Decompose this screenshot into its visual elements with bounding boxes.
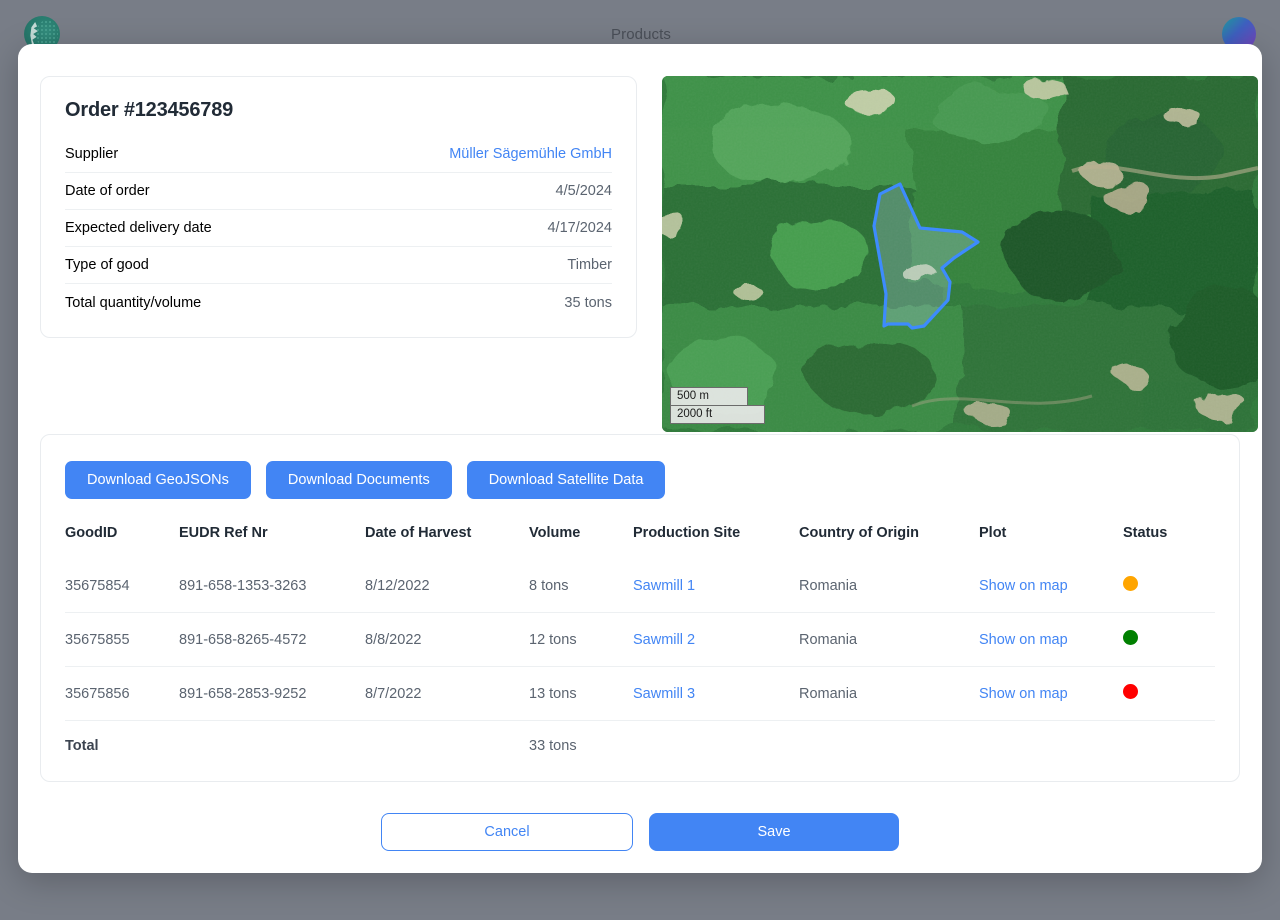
cell-eudr: 891-658-2853-9252: [179, 667, 365, 721]
total-spacer-status: [1123, 721, 1215, 799]
map-scale-metric: 500 m: [670, 387, 748, 405]
cell-status: [1123, 613, 1215, 667]
order-row-date-of-order: Date of order 4/5/2024: [65, 173, 612, 210]
total-volume: 33 tons: [529, 721, 633, 799]
status-badge: [1123, 630, 1138, 645]
production-site-link[interactable]: Sawmill 1: [633, 578, 695, 594]
cell-production-site: Sawmill 2: [633, 613, 799, 667]
order-label-type-of-good: Type of good: [65, 257, 149, 273]
production-site-link[interactable]: Sawmill 2: [633, 632, 695, 648]
total-spacer-country: [799, 721, 979, 799]
status-badge: [1123, 684, 1138, 699]
table-header-status: Status: [1123, 519, 1215, 559]
table-total-row: Total 33 tons: [65, 721, 1215, 799]
order-value-date-of-order: 4/5/2024: [556, 183, 612, 199]
order-row-total-quantity: Total quantity/volume 35 tons: [65, 284, 612, 321]
table-header-row: GoodID EUDR Ref Nr Date of Harvest Volum…: [65, 519, 1215, 559]
save-button[interactable]: Save: [649, 813, 899, 851]
cell-harvest: 8/7/2022: [365, 667, 529, 721]
table-row[interactable]: 35675856 891-658-2853-9252 8/7/2022 13 t…: [65, 667, 1215, 721]
production-site-link[interactable]: Sawmill 3: [633, 686, 695, 702]
cell-production-site: Sawmill 3: [633, 667, 799, 721]
cell-status: [1123, 667, 1215, 721]
cell-volume: 12 tons: [529, 613, 633, 667]
order-value-type-of-good: Timber: [567, 257, 612, 273]
order-label-expected-delivery: Expected delivery date: [65, 220, 212, 236]
download-toolbar: Download GeoJSONs Download Documents Dow…: [65, 461, 1215, 499]
order-row-supplier: Supplier Müller Sägemühle GmbH: [65, 136, 612, 173]
order-card-title: Order #123456789: [65, 99, 612, 122]
table-header-volume: Volume: [529, 519, 633, 559]
download-geojsons-button[interactable]: Download GeoJSONs: [65, 461, 251, 499]
goods-table: GoodID EUDR Ref Nr Date of Harvest Volum…: [65, 519, 1215, 798]
order-value-total-quantity: 35 tons: [564, 295, 612, 311]
total-spacer-harvest: [365, 721, 529, 799]
cell-status: [1123, 559, 1215, 613]
table-row[interactable]: 35675854 891-658-1353-3263 8/12/2022 8 t…: [65, 559, 1215, 613]
cell-goodid: 35675855: [65, 613, 179, 667]
modal-footer: Cancel Save: [18, 813, 1262, 851]
cell-plot: Show on map: [979, 559, 1123, 613]
order-row-type-of-good: Type of good Timber: [65, 247, 612, 284]
cell-eudr: 891-658-1353-3263: [179, 559, 365, 613]
order-value-supplier[interactable]: Müller Sägemühle GmbH: [449, 146, 612, 162]
status-badge: [1123, 576, 1138, 591]
cell-goodid: 35675856: [65, 667, 179, 721]
goods-table-card: Download GeoJSONs Download Documents Dow…: [40, 434, 1240, 782]
cell-harvest: 8/8/2022: [365, 613, 529, 667]
map-scale-bar: 500 m 2000 ft: [670, 387, 765, 424]
total-spacer-plot: [979, 721, 1123, 799]
page-title: Products: [611, 26, 671, 43]
satellite-map[interactable]: 500 m 2000 ft: [662, 76, 1258, 432]
cell-production-site: Sawmill 1: [633, 559, 799, 613]
cell-country: Romania: [799, 613, 979, 667]
order-label-date-of-order: Date of order: [65, 183, 150, 199]
table-header-harvest: Date of Harvest: [365, 519, 529, 559]
show-on-map-link[interactable]: Show on map: [979, 632, 1068, 648]
cell-plot: Show on map: [979, 613, 1123, 667]
total-label: Total: [65, 721, 179, 799]
cell-goodid: 35675854: [65, 559, 179, 613]
download-documents-button[interactable]: Download Documents: [266, 461, 452, 499]
order-card: Order #123456789 Supplier Müller Sägemüh…: [40, 76, 637, 338]
order-summary-region: Order #123456789 Supplier Müller Sägemüh…: [40, 76, 1240, 436]
total-spacer-site: [633, 721, 799, 799]
cancel-button[interactable]: Cancel: [381, 813, 633, 851]
total-spacer-eudr: [179, 721, 365, 799]
cell-plot: Show on map: [979, 667, 1123, 721]
cell-harvest: 8/12/2022: [365, 559, 529, 613]
show-on-map-link[interactable]: Show on map: [979, 578, 1068, 594]
order-details-modal: Order #123456789 Supplier Müller Sägemüh…: [18, 44, 1262, 873]
table-header-country: Country of Origin: [799, 519, 979, 559]
cell-country: Romania: [799, 667, 979, 721]
cell-volume: 8 tons: [529, 559, 633, 613]
map-scale-imperial: 2000 ft: [670, 405, 765, 424]
table-header-eudr: EUDR Ref Nr: [179, 519, 365, 559]
order-value-expected-delivery: 4/17/2024: [547, 220, 612, 236]
order-label-total-quantity: Total quantity/volume: [65, 295, 201, 311]
table-row[interactable]: 35675855 891-658-8265-4572 8/8/2022 12 t…: [65, 613, 1215, 667]
table-header-site: Production Site: [633, 519, 799, 559]
order-label-supplier: Supplier: [65, 146, 118, 162]
download-satellite-data-button[interactable]: Download Satellite Data: [467, 461, 666, 499]
cell-volume: 13 tons: [529, 667, 633, 721]
cell-eudr: 891-658-8265-4572: [179, 613, 365, 667]
satellite-imagery: [662, 76, 1258, 432]
show-on-map-link[interactable]: Show on map: [979, 686, 1068, 702]
table-header-plot: Plot: [979, 519, 1123, 559]
cell-country: Romania: [799, 559, 979, 613]
table-header-goodid: GoodID: [65, 519, 179, 559]
order-row-expected-delivery: Expected delivery date 4/17/2024: [65, 210, 612, 247]
